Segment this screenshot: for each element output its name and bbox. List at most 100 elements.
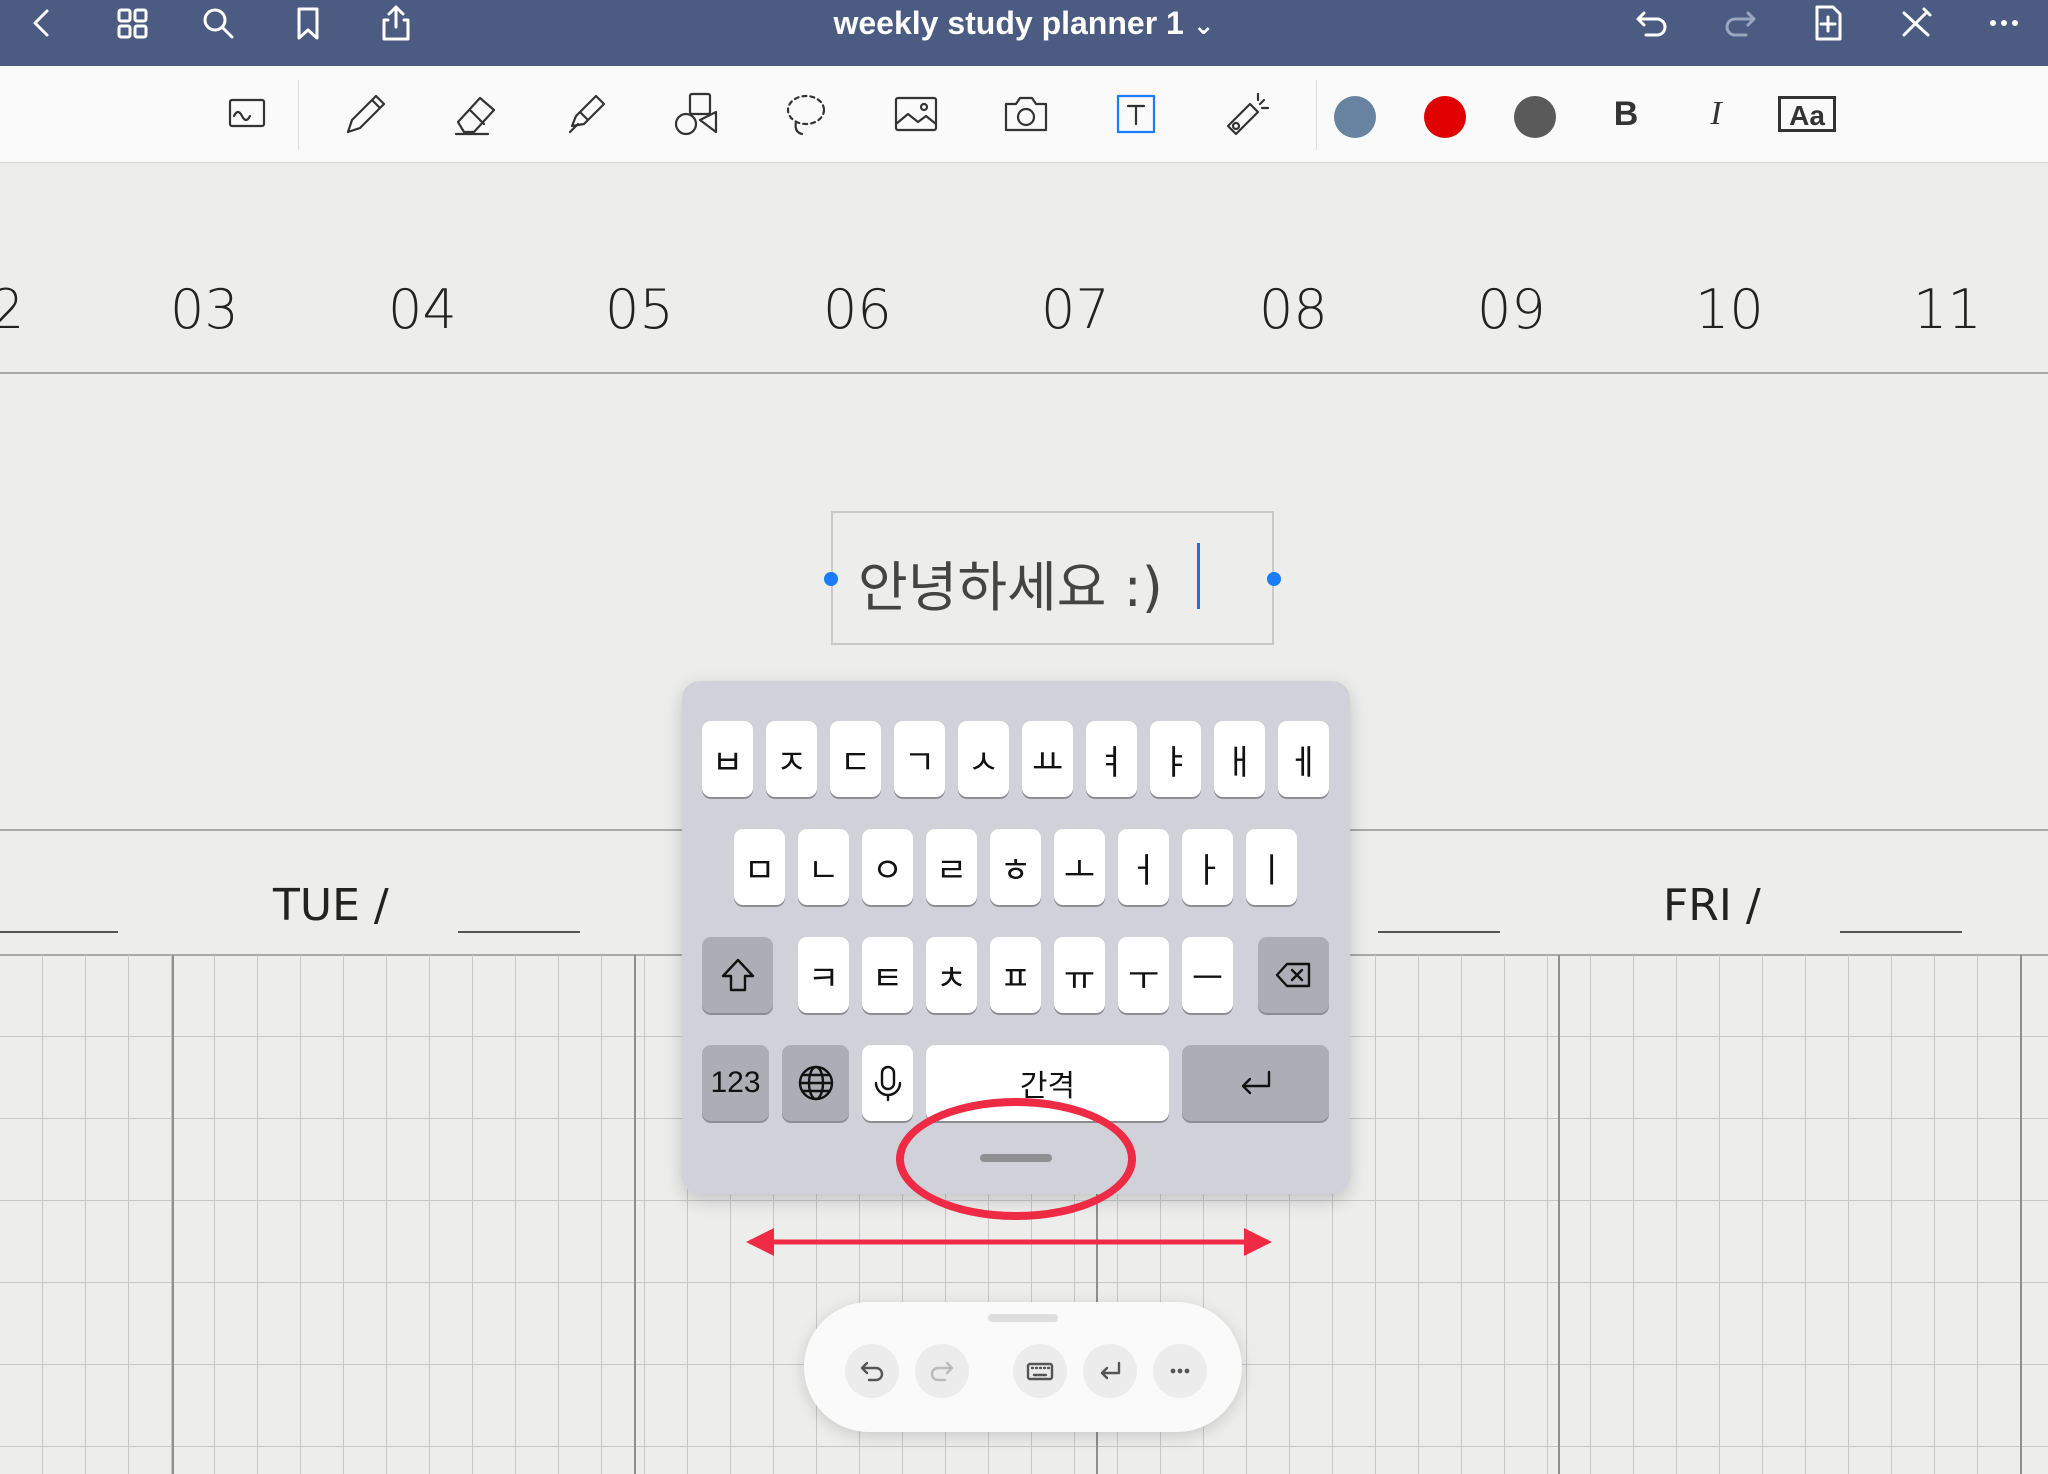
- toolbar-divider: [298, 80, 299, 150]
- key[interactable]: ㅍ: [990, 937, 1041, 1013]
- text-cursor: [1197, 543, 1200, 609]
- shortcut-return-button[interactable]: [1083, 1344, 1137, 1398]
- undo-icon[interactable]: [1622, 0, 1682, 46]
- shortcut-redo-button[interactable]: [915, 1344, 969, 1398]
- pen-icon[interactable]: [334, 82, 398, 146]
- pen-off-icon[interactable]: [1886, 0, 1946, 46]
- lasso-icon[interactable]: [774, 82, 838, 146]
- day-label-fri: FRI /: [1663, 880, 1761, 931]
- text-box[interactable]: 안녕하세요 :): [831, 511, 1274, 645]
- key[interactable]: ㅓ: [1118, 829, 1169, 905]
- hour-label: 03: [170, 278, 239, 341]
- key[interactable]: ㅠ: [1054, 937, 1105, 1013]
- shift-key[interactable]: [702, 937, 773, 1013]
- shortcut-undo-button[interactable]: [845, 1344, 899, 1398]
- key[interactable]: ㄹ: [926, 829, 977, 905]
- more-icon[interactable]: [1974, 0, 2034, 46]
- redo-icon: [930, 1361, 954, 1382]
- date-blank-line: [1840, 931, 1962, 933]
- read-mode-icon[interactable]: [214, 82, 278, 146]
- key[interactable]: ㅌ: [862, 937, 913, 1013]
- shift-icon: [721, 958, 754, 992]
- key[interactable]: ㅅ: [958, 721, 1009, 797]
- hour-label: 05: [605, 278, 674, 341]
- return-icon: [1100, 1361, 1121, 1380]
- italic-button[interactable]: I: [1688, 86, 1744, 142]
- hour-label: 06: [823, 278, 892, 341]
- eraser-icon[interactable]: [444, 82, 508, 146]
- text-box-content[interactable]: 안녕하세요 :): [858, 543, 1163, 622]
- annotation-double-arrow: [746, 1228, 1272, 1256]
- hour-label: 09: [1477, 278, 1546, 341]
- hour-label: 08: [1259, 278, 1328, 341]
- hour-label: 07: [1041, 278, 1110, 341]
- day-label-tue: TUE /: [273, 880, 389, 931]
- text-shortcut-bar[interactable]: [804, 1302, 1242, 1432]
- highlighter-icon[interactable]: [554, 82, 618, 146]
- delete-key[interactable]: [1258, 937, 1329, 1013]
- key[interactable]: ㅔ: [1278, 721, 1329, 797]
- key[interactable]: ㄷ: [830, 721, 881, 797]
- backspace-icon: [1275, 962, 1310, 988]
- shortcut-more-button[interactable]: [1153, 1344, 1207, 1398]
- shortcut-keyboard-button[interactable]: [1013, 1344, 1067, 1398]
- key[interactable]: ㅏ: [1182, 829, 1233, 905]
- bold-button[interactable]: B: [1598, 86, 1654, 142]
- chevron-down-icon: ⌄: [1192, 10, 1215, 40]
- return-key[interactable]: [1182, 1045, 1329, 1121]
- numbers-key[interactable]: 123: [702, 1045, 769, 1121]
- key[interactable]: ㅈ: [766, 721, 817, 797]
- hour-label: 10: [1695, 278, 1764, 341]
- dictation-key[interactable]: [862, 1045, 913, 1121]
- globe-key[interactable]: [782, 1045, 849, 1121]
- return-icon: [1241, 1070, 1270, 1095]
- hour-label: 2: [0, 278, 25, 341]
- text-tool-icon[interactable]: [1104, 82, 1168, 146]
- camera-icon[interactable]: [994, 82, 1058, 146]
- key[interactable]: ㅣ: [1246, 829, 1297, 905]
- day-column-divider: [1558, 955, 1560, 1474]
- microphone-icon: [874, 1065, 901, 1102]
- annotation-circle: [896, 1098, 1136, 1220]
- keyboard-icon: [1026, 1362, 1054, 1381]
- day-column-divider: [634, 955, 636, 1474]
- key[interactable]: ㅐ: [1214, 721, 1265, 797]
- font-settings-button[interactable]: Aa: [1778, 96, 1836, 132]
- day-column-divider: [172, 955, 174, 1474]
- hour-label: 04: [388, 278, 457, 341]
- date-blank-line: [458, 931, 580, 933]
- shape-icon[interactable]: [664, 82, 728, 146]
- key[interactable]: ㄱ: [894, 721, 945, 797]
- key[interactable]: ㅎ: [990, 829, 1041, 905]
- add-page-icon[interactable]: [1798, 0, 1858, 46]
- text-box-resize-handle-right[interactable]: [1267, 572, 1281, 586]
- shortcut-bar-drag-handle[interactable]: [988, 1314, 1058, 1322]
- key[interactable]: ㅑ: [1150, 721, 1201, 797]
- redo-icon[interactable]: [1710, 0, 1770, 46]
- key[interactable]: ㅊ: [926, 937, 977, 1013]
- key[interactable]: ㅗ: [1054, 829, 1105, 905]
- image-icon[interactable]: [884, 82, 948, 146]
- toolbar-divider: [1316, 80, 1317, 150]
- laser-pointer-icon[interactable]: [1214, 82, 1278, 146]
- document-title-text: weekly study planner 1: [833, 5, 1184, 41]
- color-swatch-red[interactable]: [1424, 96, 1466, 138]
- color-swatch-blue-grey[interactable]: [1334, 96, 1376, 138]
- key[interactable]: ㅋ: [798, 937, 849, 1013]
- divider-line: [0, 372, 2048, 374]
- globe-icon: [798, 1065, 833, 1101]
- key[interactable]: ㅜ: [1118, 937, 1169, 1013]
- key[interactable]: ㅡ: [1182, 937, 1233, 1013]
- text-box-resize-handle-left[interactable]: [824, 572, 838, 586]
- key[interactable]: ㅛ: [1022, 721, 1073, 797]
- key[interactable]: ㅂ: [702, 721, 753, 797]
- more-icon: [1170, 1368, 1190, 1374]
- key[interactable]: ㅇ: [862, 829, 913, 905]
- color-swatch-dark-grey[interactable]: [1514, 96, 1556, 138]
- hour-label: 11: [1913, 278, 1982, 341]
- day-column-divider: [2020, 955, 2022, 1474]
- key[interactable]: ㄴ: [798, 829, 849, 905]
- key[interactable]: ㅕ: [1086, 721, 1137, 797]
- title-bar: weekly study planner 1 ⌄: [0, 0, 2048, 66]
- key[interactable]: ㅁ: [734, 829, 785, 905]
